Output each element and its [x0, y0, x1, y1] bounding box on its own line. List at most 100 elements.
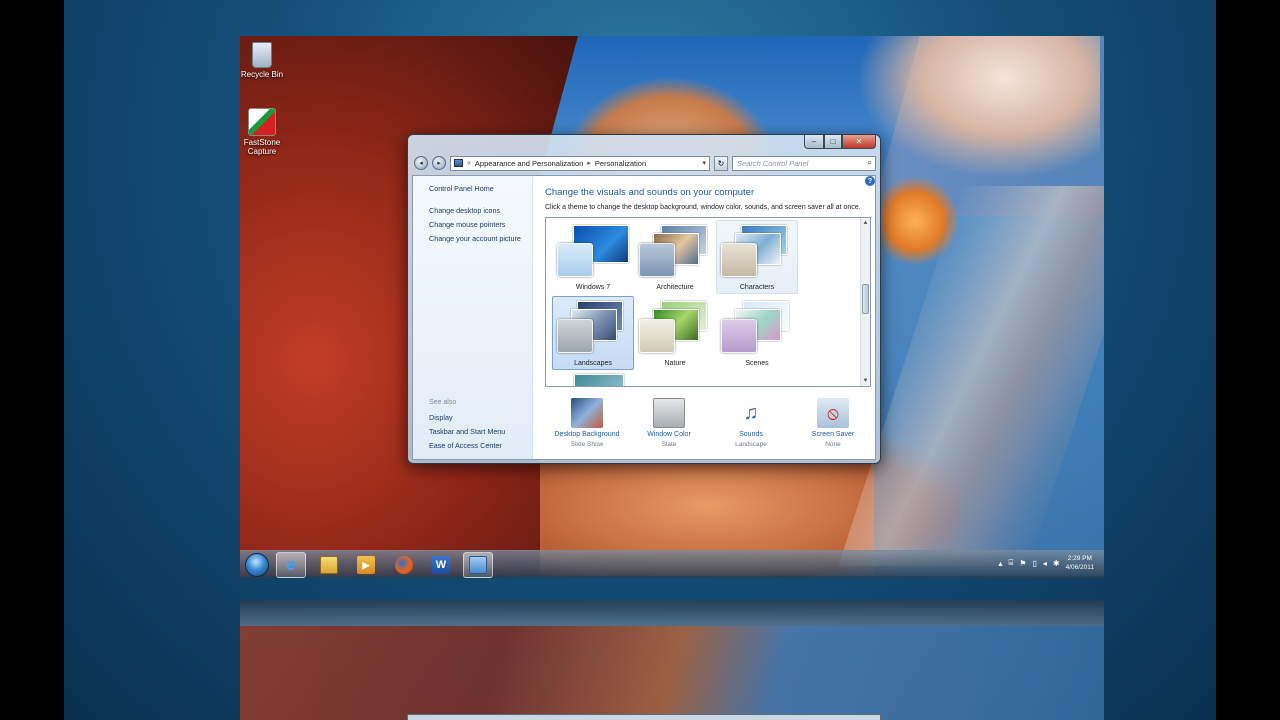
taskbar-firefox[interactable] — [389, 552, 419, 578]
change-account-picture-link[interactable]: Change your account picture — [429, 234, 521, 243]
show-hidden-icons-icon[interactable]: ▴ — [998, 559, 1002, 568]
taskbar-word[interactable]: W — [426, 552, 456, 578]
recycle-bin-icon — [252, 42, 272, 68]
letterbox-left — [0, 0, 64, 720]
reflected-window-edge — [407, 714, 881, 720]
taskbar-start-menu-link[interactable]: Taskbar and Start Menu — [429, 427, 505, 436]
theme-characters[interactable]: Characters — [716, 220, 798, 294]
option-value: Slate — [661, 441, 677, 448]
window-content: Control Panel Home Change desktop icons … — [412, 175, 876, 460]
ease-of-access-link[interactable]: Ease of Access Center — [429, 441, 502, 450]
theme-windows-7[interactable]: Windows 7 — [552, 220, 634, 294]
theme-gallery: Windows 7 Architecture Characters Landsc… — [545, 217, 871, 387]
breadcrumb-overflow[interactable]: « — [467, 160, 471, 167]
minimize-button[interactable]: – — [804, 135, 824, 149]
theme-label: Scenes — [745, 360, 769, 367]
theme-color-swatch — [557, 243, 593, 277]
theme-gallery-scrollbar[interactable]: ▲ ▼ — [860, 218, 870, 386]
reflected-wallpaper — [240, 626, 1104, 720]
option-label[interactable]: Sounds — [711, 431, 791, 438]
scroll-down-arrow[interactable]: ▼ — [861, 376, 870, 386]
theme-color-swatch — [721, 319, 757, 353]
screen-saver-option[interactable]: ⦸ Screen Saver None — [793, 398, 873, 448]
address-bar[interactable]: « Appearance and Personalization ▸ Perso… — [450, 155, 710, 171]
refresh-button[interactable]: ↻ — [714, 155, 728, 171]
maximize-button[interactable]: □ — [824, 135, 842, 149]
close-button[interactable]: ✕ — [842, 135, 876, 149]
search-placeholder: Search Control Panel — [737, 158, 809, 168]
screen-saver-icon: ⦸ — [817, 398, 849, 428]
firefox-icon — [395, 556, 413, 574]
taskbar: e ▶ W ▴ ⌸ ⚑ ▯ ◂ ✱ 2:29 PM 4/06/2011 — [240, 550, 1104, 578]
desktop-icon-recycle-bin[interactable]: Recycle Bin — [240, 42, 286, 79]
action-center-icon[interactable]: ⚑ — [1019, 559, 1026, 568]
change-desktop-icons-link[interactable]: Change desktop icons — [429, 206, 500, 215]
scroll-up-arrow[interactable]: ▲ — [861, 218, 870, 228]
page-title: Change the visuals and sounds on your co… — [545, 187, 755, 198]
media-player-icon: ▶ — [357, 556, 375, 574]
sounds-option[interactable]: ♫ Sounds Landscape — [711, 398, 791, 448]
network-icon[interactable]: ⌸ — [1008, 558, 1013, 568]
notification-area: ▴ ⌸ ⚑ ▯ ◂ ✱ 2:29 PM 4/06/2011 — [998, 554, 1094, 572]
option-value: Landscape — [735, 441, 767, 448]
bluetooth-icon[interactable]: ✱ — [1053, 559, 1060, 568]
page-subtitle: Click a theme to change the desktop back… — [545, 204, 861, 211]
theme-color-swatch — [557, 319, 593, 353]
theme-landscapes[interactable]: Landscapes — [552, 296, 634, 370]
chevron-down-icon: ▾ — [702, 160, 706, 167]
start-button[interactable] — [245, 553, 269, 577]
theme-label: Characters — [739, 284, 775, 291]
back-button[interactable]: ◂ — [414, 156, 428, 170]
breadcrumb-personalization[interactable]: Personalization — [595, 159, 646, 168]
clock-time: 2:29 PM — [1067, 555, 1092, 562]
desktop-icon-faststone[interactable]: FastStone Capture — [240, 108, 286, 156]
taskbar-media-player[interactable]: ▶ — [351, 552, 381, 578]
taskbar-control-panel[interactable] — [463, 552, 493, 578]
help-icon[interactable]: ? — [865, 176, 875, 186]
navigation-bar: ◂ ▸ « Appearance and Personalization ▸ P… — [414, 155, 876, 171]
forward-button[interactable]: ▸ — [432, 156, 446, 170]
theme-label: Nature — [664, 360, 686, 367]
desktop-reflection — [240, 598, 1104, 720]
volume-icon[interactable]: ◂ — [1043, 559, 1047, 568]
option-label[interactable]: Desktop Background — [547, 431, 627, 438]
theme-label: Landscapes — [574, 360, 612, 367]
battery-icon[interactable]: ▯ — [1032, 559, 1036, 568]
search-icon[interactable]: ⌕ — [868, 158, 872, 168]
internet-explorer-icon: e — [286, 555, 296, 574]
desktop-background-option[interactable]: Desktop Background Slide Show — [547, 398, 627, 448]
scroll-thumb[interactable] — [862, 284, 869, 314]
window-color-icon — [653, 398, 685, 428]
window-controls: – □ ✕ — [804, 135, 876, 149]
option-value: None — [825, 441, 841, 448]
personalization-window: – □ ✕ ◂ ▸ « Appearance and Personalizati… — [407, 134, 881, 464]
task-pane: Control Panel Home Change desktop icons … — [413, 176, 533, 459]
see-also-heading: See also — [429, 399, 457, 406]
taskbar-windows-explorer[interactable] — [314, 552, 344, 578]
theme-scenes[interactable]: Scenes — [716, 296, 798, 370]
wallpaper-tower-top — [860, 36, 1100, 176]
window-color-option[interactable]: Window Color Slate — [629, 398, 709, 448]
change-mouse-pointers-link[interactable]: Change mouse pointers — [429, 220, 505, 229]
main-pane: ? Change the visuals and sounds on your … — [533, 176, 875, 459]
control-panel-home-link[interactable]: Control Panel Home — [429, 184, 494, 193]
theme-nature[interactable]: Nature — [634, 296, 716, 370]
search-input[interactable]: Search Control Panel ⌕ — [732, 155, 876, 171]
display-link[interactable]: Display — [429, 413, 453, 422]
address-dropdown[interactable]: ▾ — [702, 159, 709, 167]
control-panel-icon — [454, 159, 463, 167]
theme-thumbnail-partial — [574, 374, 624, 386]
word-icon: W — [432, 556, 450, 574]
option-label[interactable]: Screen Saver — [793, 431, 873, 438]
system-clock[interactable]: 2:29 PM 4/06/2011 — [1066, 554, 1094, 572]
breadcrumb-appearance[interactable]: Appearance and Personalization — [475, 159, 583, 168]
taskbar-internet-explorer[interactable]: e — [276, 552, 306, 578]
theme-label: Windows 7 — [575, 284, 611, 291]
reflected-taskbar — [240, 600, 1104, 626]
refresh-icon: ↻ — [717, 158, 725, 168]
theme-architecture[interactable]: Architecture — [634, 220, 716, 294]
option-label[interactable]: Window Color — [629, 431, 709, 438]
windows-explorer-icon — [320, 556, 338, 574]
breadcrumb-separator[interactable]: ▸ — [587, 159, 591, 167]
theme-label: Architecture — [656, 284, 694, 291]
